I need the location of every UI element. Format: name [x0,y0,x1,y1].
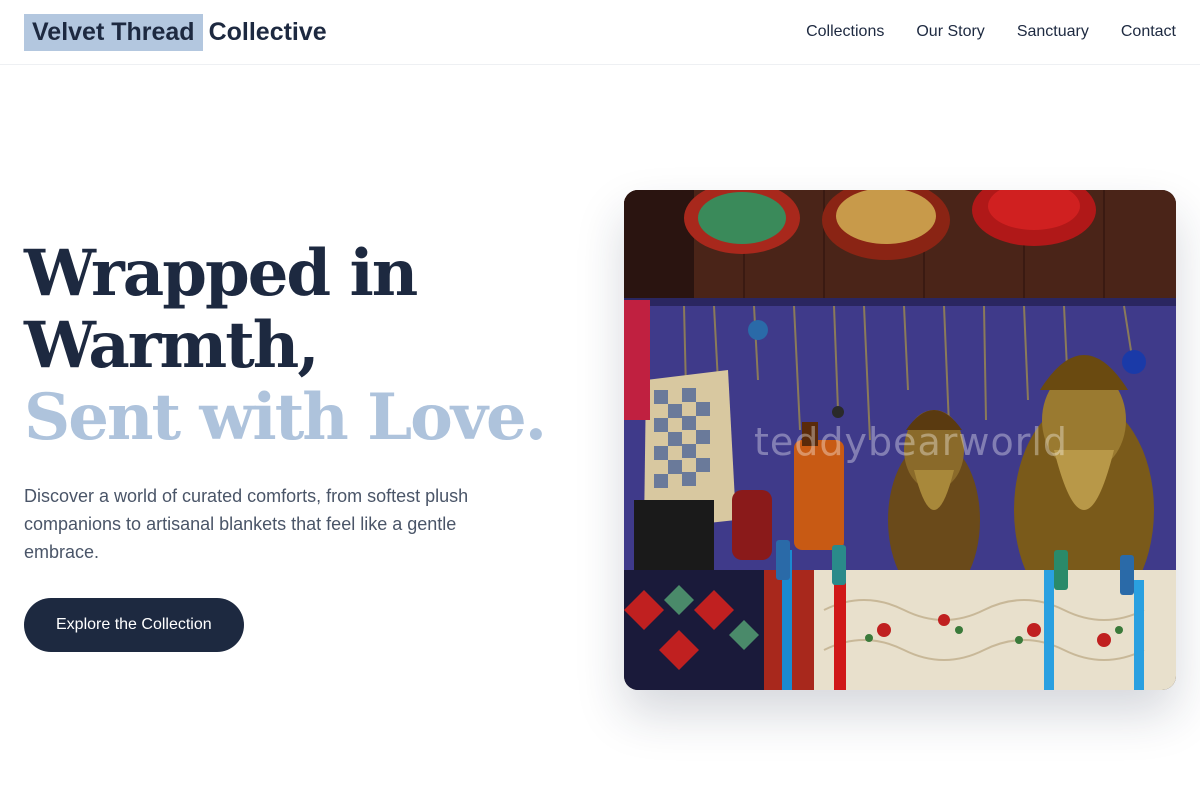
headline-line-2: Warmth, [24,308,320,383]
nav-link-our-story[interactable]: Our Story [916,23,984,41]
site-logo[interactable]: Velvet Thread Collective [24,13,327,51]
site-header: Velvet Thread Collective Collections Our… [0,0,1200,65]
image-watermark: teddybearworld [754,420,1069,464]
nav-link-sanctuary[interactable]: Sanctuary [1017,23,1089,41]
headline-line-1: Wrapped in [24,236,418,311]
hero-subtext: Discover a world of curated comforts, fr… [24,486,469,562]
headline-accent: Sent with Love. [24,380,547,455]
hero-headline: Wrapped in Warmth, Sent with Love. [24,238,584,454]
nav-link-contact[interactable]: Contact [1121,23,1176,41]
hero-image: teddybearworld [624,190,1176,690]
explore-collection-button[interactable]: Explore the Collection [24,598,244,652]
logo-highlight-text: Velvet Thread [24,13,203,51]
logo-text: Collective [208,17,327,46]
hero-text: Wrapped in Warmth, Sent with Love. Disco… [24,238,584,652]
main-nav: Collections Our Story Sanctuary Contact [806,23,1176,41]
nav-link-collections[interactable]: Collections [806,23,884,41]
